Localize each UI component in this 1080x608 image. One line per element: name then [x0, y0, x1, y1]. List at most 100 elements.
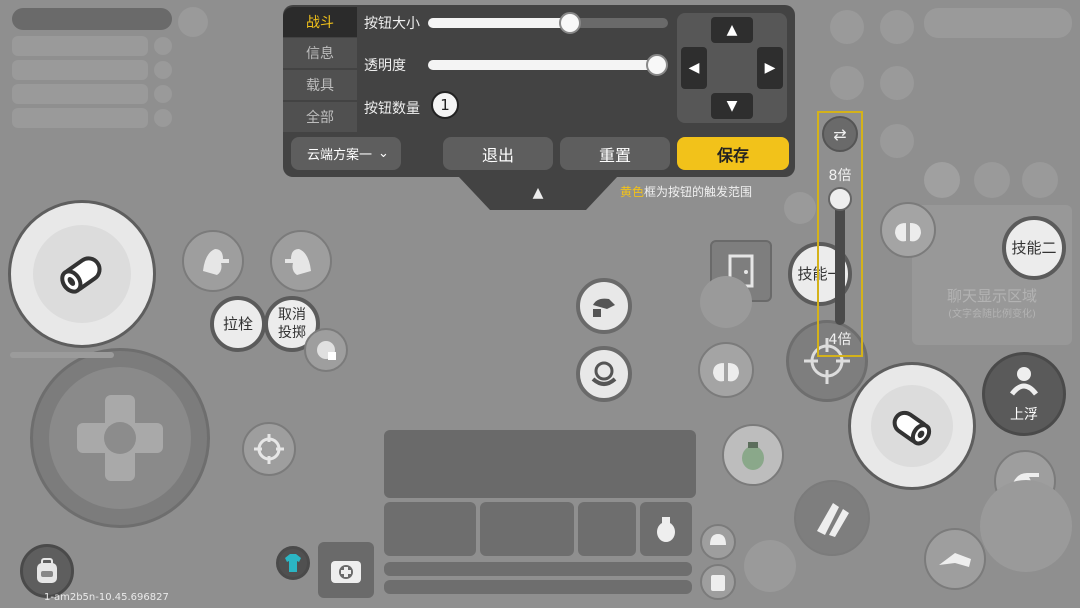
wings-icon — [817, 503, 849, 537]
prone-icon — [939, 553, 971, 567]
melee-ghost-button[interactable] — [744, 540, 796, 592]
crosshair-button-left[interactable] — [242, 422, 296, 476]
emote-icon[interactable] — [974, 162, 1010, 198]
teammate-bar-4 — [12, 108, 148, 128]
weapon-slot-2[interactable] — [480, 502, 574, 556]
grenade-slot-icon — [657, 517, 675, 542]
armor-button[interactable] — [276, 546, 310, 580]
bullet-icon-right — [892, 410, 932, 446]
tab-info[interactable]: 信息 — [283, 38, 357, 68]
wing-button[interactable] — [794, 480, 870, 556]
left-arrow-icon: ◀ — [688, 60, 700, 76]
bullet-icon — [60, 256, 102, 294]
save-button[interactable]: 保存 — [677, 137, 789, 170]
opacity-slider-knob[interactable] — [646, 54, 668, 76]
camera-icon[interactable] — [830, 10, 864, 44]
zoom-top-label: 8倍 — [828, 168, 852, 184]
tab-combat[interactable]: 战斗 — [283, 7, 357, 37]
tab-all[interactable]: 全部 — [283, 102, 357, 132]
count-badge[interactable]: 1 — [431, 91, 459, 119]
dpad-up-button[interactable]: ▲ — [711, 17, 753, 43]
medkit-slot[interactable] — [318, 542, 374, 598]
bolt-button[interactable]: 拉栓 — [210, 296, 266, 352]
zoom-toggle-icon: ⇄ — [833, 124, 847, 144]
helmet-button[interactable] — [700, 524, 736, 560]
call-vehicle-button[interactable] — [576, 278, 632, 334]
swimmer-icon — [1010, 367, 1038, 396]
weapon-slot-1[interactable] — [384, 502, 476, 556]
heal-kit-button[interactable] — [304, 328, 348, 372]
speaker-icon[interactable] — [880, 66, 914, 100]
opacity-label: 透明度 — [364, 58, 406, 74]
dpad-down-button[interactable]: ▼ — [711, 93, 753, 119]
soldier-lean-left-icon — [203, 249, 229, 275]
skill-two-button[interactable]: 技能二 — [1002, 216, 1066, 280]
drink-button[interactable] — [576, 346, 632, 402]
marker-icon[interactable] — [1022, 162, 1058, 198]
lungs-button[interactable] — [698, 342, 754, 398]
edit-icon[interactable] — [830, 66, 864, 100]
reset-button[interactable]: 重置 — [560, 137, 670, 170]
right-arrow-icon: ▶ — [764, 60, 776, 76]
lungs-icon — [713, 359, 739, 382]
sprint-icon[interactable] — [924, 162, 960, 198]
breath-button[interactable] — [880, 202, 936, 258]
tab-vehicle[interactable]: 载具 — [283, 70, 357, 100]
zoom-mode-button[interactable]: ⇄ — [822, 116, 858, 152]
zoom-slider-frame[interactable]: ⇄ 8倍 4倍 — [817, 111, 863, 357]
button-settings-panel: 战斗 信息 载具 全部 按钮大小 透明度 按钮数量 1 ▲ ▼ ◀ ▶ 云端方案… — [283, 5, 795, 177]
movement-joystick[interactable] — [30, 348, 210, 528]
float-up-label: 上浮 — [1010, 407, 1038, 423]
hint-rest: 框为按钮的触发范围 — [644, 185, 753, 199]
dpad-right-button[interactable]: ▶ — [757, 47, 783, 89]
top-left-icon — [178, 7, 208, 37]
teammate-dot-1 — [154, 37, 172, 55]
lean-left-button[interactable] — [182, 230, 244, 292]
exit-button[interactable]: 退出 — [443, 137, 553, 170]
grenade-icon — [742, 442, 764, 470]
grenade-slot[interactable] — [640, 502, 692, 556]
grenade-button[interactable] — [722, 424, 784, 486]
lungs-icon-right — [895, 219, 921, 242]
scheme-label: 云端方案一 — [307, 148, 373, 163]
mic-icon[interactable] — [880, 124, 914, 158]
down-arrow-icon: ▼ — [726, 98, 738, 114]
joystick-dpad — [77, 395, 163, 481]
teammate-dot-4 — [154, 109, 172, 127]
scheme-dropdown[interactable]: 云端方案一 ⌄ — [291, 137, 401, 170]
version-text: 1-am2b5n-10.45.696827 — [44, 592, 169, 603]
dpad-left-button[interactable]: ◀ — [681, 47, 707, 89]
size-slider-knob[interactable] — [559, 12, 581, 34]
scope-ghost-button[interactable] — [700, 276, 752, 328]
vest-button[interactable] — [700, 564, 736, 600]
weapon-slot-3[interactable] — [578, 502, 636, 556]
left-fire-button[interactable] — [8, 200, 156, 348]
backpack-icon — [37, 558, 57, 583]
float-up-button[interactable]: 上浮 — [982, 352, 1066, 436]
zoom-knob[interactable] — [828, 187, 852, 211]
soldier-lean-right-icon — [285, 249, 311, 275]
teammate-dot-2 — [154, 61, 172, 79]
bolt-label: 拉栓 — [222, 315, 253, 333]
first-aid-icon — [317, 341, 336, 360]
inventory-top-slot — [384, 430, 696, 498]
teammate-bar-1 — [12, 36, 148, 56]
teammate-bar-3 — [12, 84, 148, 104]
up-arrow-icon: ▲ — [726, 22, 738, 38]
chevron-down-icon: ⌄ — [378, 146, 389, 161]
lean-right-button[interactable] — [270, 230, 332, 292]
status-line — [10, 352, 114, 358]
right-fire-button[interactable] — [848, 362, 976, 490]
jump-ghost-button[interactable] — [980, 480, 1072, 572]
vehicle-heal-icon — [593, 298, 615, 317]
chat-subtitle: (文字会随比例变化) — [948, 309, 1036, 320]
medkit-icon — [331, 561, 361, 583]
inventory-bar-2 — [384, 580, 692, 594]
panel-collapse-tab[interactable]: ▲ — [458, 176, 618, 210]
inventory-bar-1 — [384, 562, 692, 576]
backpack-button[interactable] — [20, 544, 74, 598]
shirt-icon — [285, 554, 301, 572]
prone-button[interactable] — [924, 528, 986, 590]
settings-icon[interactable] — [880, 10, 914, 44]
map-pin-icon[interactable] — [784, 192, 816, 224]
